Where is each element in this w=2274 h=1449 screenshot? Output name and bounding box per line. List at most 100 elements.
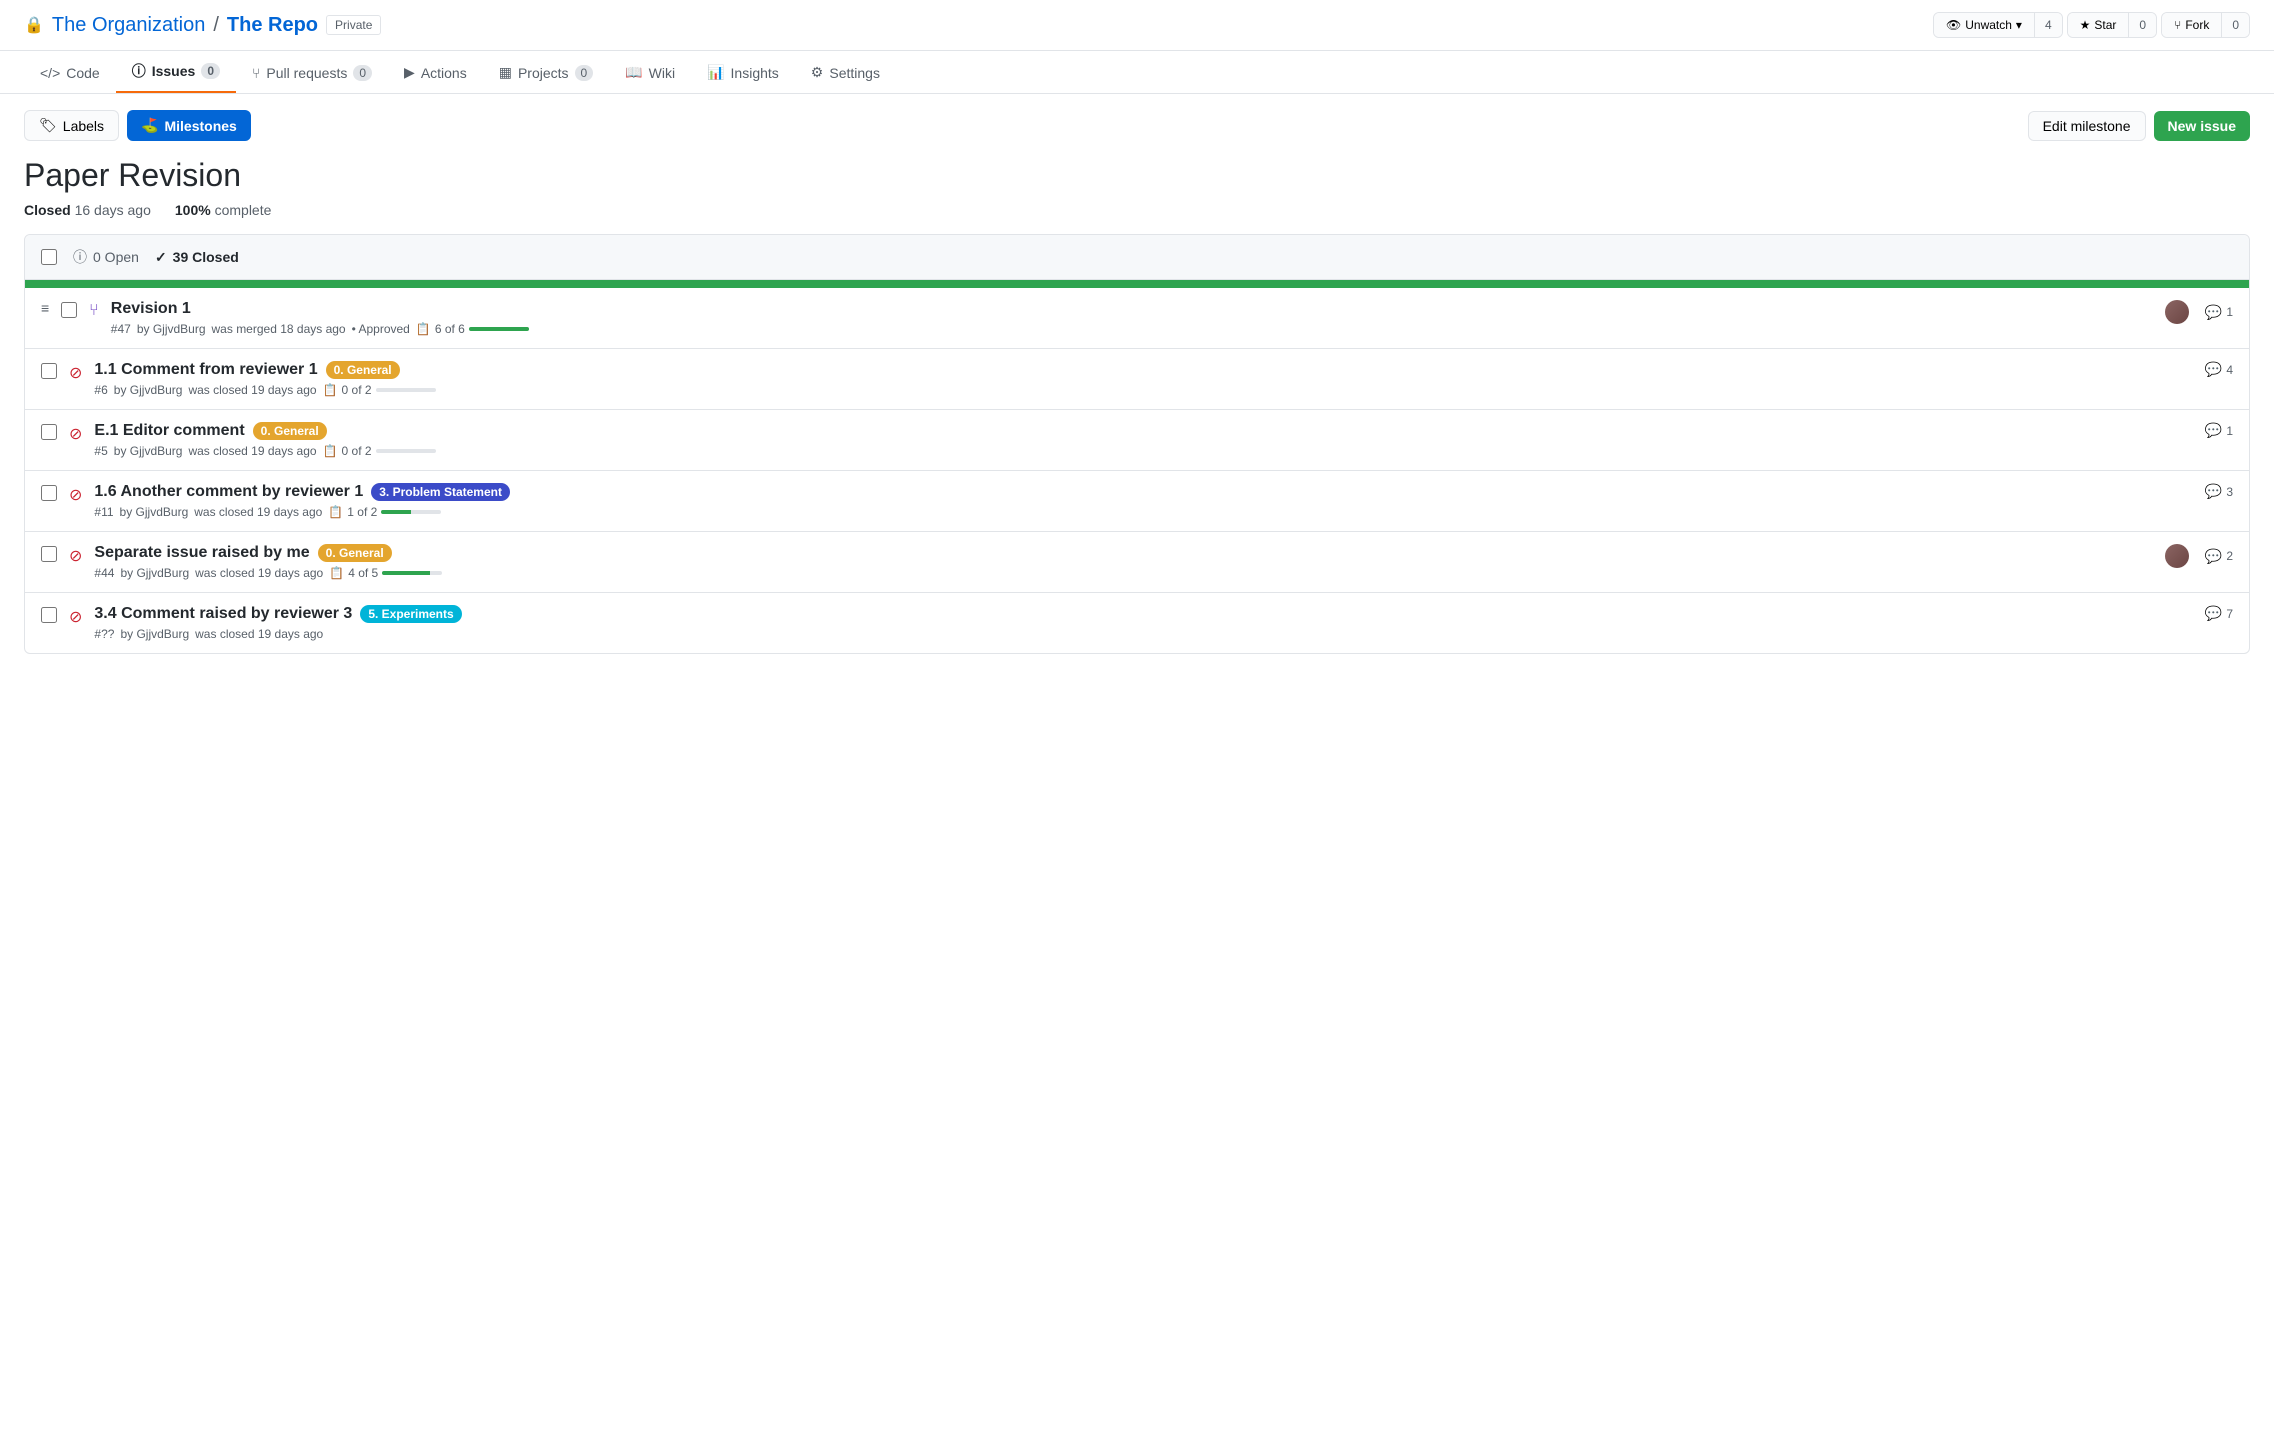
- new-issue-button[interactable]: New issue: [2154, 111, 2250, 141]
- task-bar: [382, 571, 442, 575]
- star-group: ★ Star 0: [2067, 12, 2157, 38]
- avatar-image: [2165, 544, 2189, 568]
- tab-issues[interactable]: ⓘ Issues 0: [116, 51, 236, 93]
- issue-content: Separate issue raised by me 0. General #…: [94, 544, 2152, 580]
- issue-action: was closed 19 days ago: [195, 566, 323, 580]
- issue-content: 1.6 Another comment by reviewer 1 3. Pro…: [94, 483, 2192, 519]
- issue-right: 💬 1: [2165, 300, 2233, 324]
- issue-checkbox[interactable]: [41, 424, 57, 440]
- unwatch-label: Unwatch: [1965, 18, 2012, 32]
- edit-milestone-button[interactable]: Edit milestone: [2028, 111, 2146, 141]
- issue-sub: #47 by GjjvdBurg was merged 18 days ago …: [111, 322, 2153, 336]
- issue-author: by GjjvdBurg: [114, 444, 183, 458]
- issue-item: ⊘ E.1 Editor comment 0. General #5 by Gj…: [25, 410, 2249, 471]
- tab-projects[interactable]: ▦ Projects 0: [483, 54, 610, 93]
- milestone-title-section: Paper Revision Closed 16 days ago 100% c…: [0, 157, 2274, 234]
- fork-group: ⑂ Fork 0: [2161, 12, 2250, 38]
- open-count-label: 0 Open: [93, 249, 139, 265]
- comment-icon: 💬: [2205, 483, 2222, 500]
- tab-code-label: Code: [66, 65, 99, 81]
- milestones-button[interactable]: ⛳ Milestones: [127, 110, 251, 141]
- issue-author: by GjjvdBurg: [120, 627, 189, 641]
- milestone-complete: 100% complete: [175, 202, 272, 218]
- milestone-toolbar: 🏷 Labels ⛳ Milestones Edit milestone New…: [0, 94, 2274, 157]
- labels-label: Labels: [63, 118, 104, 134]
- comment-count: 💬 4: [2205, 361, 2233, 378]
- issue-content: E.1 Editor comment 0. General #5 by Gjjv…: [94, 422, 2192, 458]
- tab-actions[interactable]: ▶ Actions: [388, 54, 483, 93]
- projects-badge: 0: [575, 65, 594, 81]
- pr-badge: 0: [353, 65, 372, 81]
- task-bar-fill: [381, 510, 411, 514]
- issue-number: #??: [94, 627, 114, 641]
- issue-action: was closed 19 days ago: [188, 383, 316, 397]
- comment-icon: 💬: [2205, 361, 2222, 378]
- wiki-icon: 📖: [625, 64, 642, 81]
- issue-sub: #?? by GjjvdBurg was closed 19 days ago: [94, 627, 2192, 641]
- repo-name-link[interactable]: The Repo: [227, 14, 318, 37]
- lock-icon: 🔒: [24, 15, 44, 35]
- issue-sub: #11 by GjjvdBurg was closed 19 days ago …: [94, 505, 2192, 519]
- fork-button[interactable]: ⑂ Fork: [2162, 13, 2222, 37]
- tab-pull-requests[interactable]: ⑂ Pull requests 0: [236, 55, 388, 93]
- issue-title-link[interactable]: 1.1 Comment from reviewer 1: [94, 361, 317, 379]
- issue-checkbox[interactable]: [41, 485, 57, 501]
- drag-handle[interactable]: ≡: [41, 300, 49, 316]
- task-bar: [381, 510, 441, 514]
- label-badge: 0. General: [318, 544, 392, 562]
- issue-sub: #5 by GjjvdBurg was closed 19 days ago 📋…: [94, 444, 2192, 458]
- select-all-checkbox[interactable]: [41, 249, 57, 265]
- tab-projects-label: Projects: [518, 65, 569, 81]
- issue-number: #47: [111, 322, 131, 336]
- issue-title-row: 1.1 Comment from reviewer 1 0. General: [94, 361, 2192, 379]
- closed-issue-icon: ⊘: [69, 363, 82, 383]
- tab-code[interactable]: </> Code: [24, 55, 116, 93]
- issue-right: 💬 2: [2165, 544, 2233, 568]
- separator: /: [213, 14, 219, 37]
- toolbar-right: Edit milestone New issue: [2028, 111, 2250, 141]
- milestone-meta: Closed 16 days ago 100% complete: [24, 202, 2250, 218]
- issue-title-link[interactable]: Separate issue raised by me: [94, 544, 309, 562]
- issue-title-link[interactable]: 3.4 Comment raised by reviewer 3: [94, 605, 352, 623]
- issue-checkbox[interactable]: [41, 546, 57, 562]
- unwatch-button[interactable]: 👁 Unwatch ▾: [1934, 13, 2035, 37]
- fork-label: Fork: [2185, 18, 2209, 32]
- star-button[interactable]: ★ Star: [2068, 13, 2130, 37]
- issue-checkbox[interactable]: [41, 363, 57, 379]
- issue-number: #44: [94, 566, 114, 580]
- repo-title: 🔒 The Organization / The Repo Private: [24, 14, 381, 37]
- tab-settings[interactable]: ⚙ Settings: [795, 54, 896, 93]
- issue-author: by GjjvdBurg: [114, 383, 183, 397]
- issue-right: 💬 4: [2205, 361, 2233, 378]
- milestone-status: Closed 16 days ago: [24, 202, 151, 218]
- complete-text: complete: [215, 202, 272, 218]
- issue-checkbox[interactable]: [61, 302, 77, 318]
- labels-button[interactable]: 🏷 Labels: [24, 110, 119, 141]
- issues-list: ≡ ⑂ Revision 1 #47 by GjjvdBurg was merg…: [25, 288, 2249, 653]
- fork-count[interactable]: 0: [2222, 13, 2249, 37]
- label-badge: 0. General: [253, 422, 327, 440]
- org-name-link[interactable]: The Organization: [52, 14, 205, 37]
- tab-insights[interactable]: 📊 Insights: [691, 54, 795, 93]
- issue-checkbox[interactable]: [41, 607, 57, 623]
- nav-tabs: </> Code ⓘ Issues 0 ⑂ Pull requests 0 ▶ …: [0, 51, 2274, 94]
- repo-header: 🔒 The Organization / The Repo Private 👁 …: [0, 0, 2274, 51]
- tab-actions-label: Actions: [421, 65, 467, 81]
- tab-wiki[interactable]: 📖 Wiki: [609, 54, 691, 93]
- issue-title-link[interactable]: Revision 1: [111, 300, 191, 318]
- comment-count-value: 3: [2226, 485, 2233, 499]
- issue-title-link[interactable]: E.1 Editor comment: [94, 422, 244, 440]
- issue-action: was closed 19 days ago: [194, 505, 322, 519]
- star-label: Star: [2094, 18, 2116, 32]
- unwatch-count[interactable]: 4: [2035, 13, 2062, 37]
- star-count[interactable]: 0: [2129, 13, 2156, 37]
- issue-author: by GjjvdBurg: [120, 505, 189, 519]
- issues-icon: ⓘ: [132, 61, 146, 81]
- task-icon: 📋: [329, 566, 344, 580]
- issue-right: 💬 3: [2205, 483, 2233, 500]
- issue-title-link[interactable]: 1.6 Another comment by reviewer 1: [94, 483, 363, 501]
- task-bar: [376, 388, 436, 392]
- closed-count-label: 39 Closed: [173, 249, 239, 265]
- issue-number: #6: [94, 383, 107, 397]
- issues-count: ⓘ 0 Open ✓ 39 Closed: [73, 247, 239, 267]
